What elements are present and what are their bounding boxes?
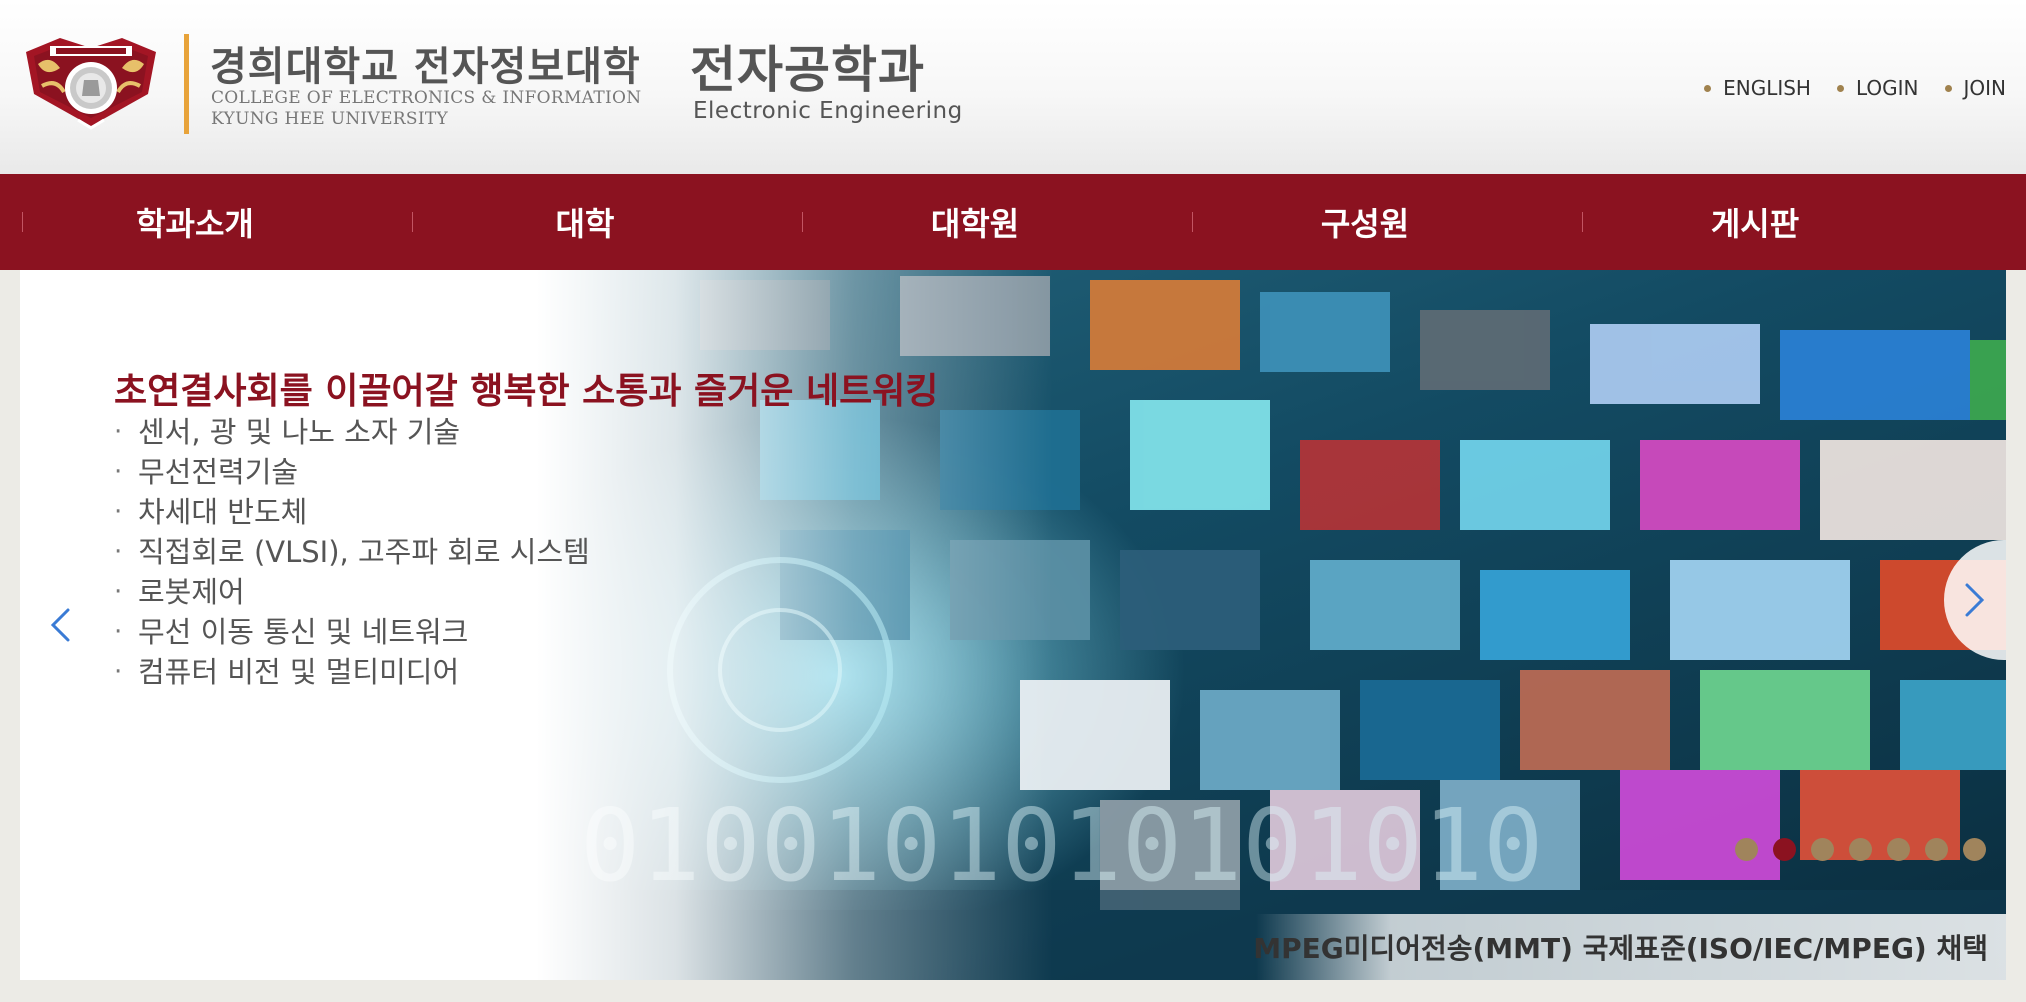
nav-divider — [412, 212, 413, 232]
utility-nav: ENGLISH LOGIN JOIN — [1704, 76, 2006, 100]
nav-divider — [1192, 212, 1193, 232]
slider-pagination — [1735, 838, 1986, 861]
util-link-login[interactable]: LOGIN — [1836, 76, 1919, 100]
util-link-label: LOGIN — [1855, 76, 1919, 100]
util-link-label: ENGLISH — [1723, 76, 1811, 100]
nav-divider — [22, 212, 23, 232]
nav-item-members[interactable]: 구성원 — [1170, 174, 1560, 270]
bullet-dot-icon — [1836, 84, 1844, 92]
nav-item-undergraduate[interactable]: 대학 — [390, 174, 780, 270]
nav-item-label: 대학 — [555, 205, 615, 243]
pagination-dot[interactable] — [1735, 838, 1758, 861]
pagination-dot[interactable] — [1811, 838, 1834, 861]
hero-title: 초연결사회를 이끌어갈 행복한 소통과 즐거운 네트워킹 — [114, 371, 939, 412]
nav-item-label: 게시판 — [1710, 205, 1800, 243]
list-item: 차세대 반도체 — [114, 492, 590, 532]
list-item: 로봇제어 — [114, 572, 590, 612]
list-item: 직접회로 (VLSI), 고주파 회로 시스템 — [114, 532, 590, 572]
pagination-dot[interactable] — [1849, 838, 1872, 861]
pagination-dot[interactable] — [1925, 838, 1948, 861]
bullet-dot-icon — [1704, 84, 1712, 92]
pagination-dot-active[interactable] — [1773, 838, 1796, 861]
nav-item-label: 구성원 — [1320, 205, 1410, 243]
nav-item-board[interactable]: 게시판 — [1560, 174, 1950, 270]
util-link-english[interactable]: ENGLISH — [1704, 76, 1811, 100]
slider-prev-button[interactable] — [30, 580, 90, 670]
department-name-english: Electronic Engineering — [693, 98, 963, 124]
pagination-dot[interactable] — [1963, 838, 1986, 861]
slide-caption-link[interactable]: MPEG미디어전송(MMT) 국제표준(ISO/IEC/MPEG) 채택 — [1253, 914, 2006, 980]
logo-divider-bar — [184, 34, 189, 134]
department-name-korean[interactable]: 전자공학과 — [690, 30, 925, 102]
college-name-korean[interactable]: 경희대학교 전자정보대학 — [210, 34, 641, 92]
util-link-join[interactable]: JOIN — [1944, 76, 2007, 100]
list-item: 센서, 광 및 나노 소자 기술 — [114, 412, 590, 452]
nav-item-graduate[interactable]: 대학원 — [780, 174, 1170, 270]
main-nav: 학과소개 대학 대학원 구성원 게시판 — [0, 174, 2026, 270]
bullet-dot-icon — [1944, 84, 1952, 92]
hero-slider: 0100101010101010 초연결사회를 이끌어갈 행복한 소통과 즐거운… — [20, 270, 2006, 980]
nav-item-label: 학과소개 — [136, 205, 254, 243]
chevron-right-icon — [1965, 583, 1985, 617]
list-item: 컴퓨터 비전 및 멀티미디어 — [114, 652, 590, 692]
util-link-label: JOIN — [1963, 76, 2007, 100]
hero-topic-list: 센서, 광 및 나노 소자 기술 무선전력기술 차세대 반도체 직접회로 (VL… — [114, 412, 590, 692]
college-name-english: COLLEGE OF ELECTRONICS & INFORMATION — [211, 88, 642, 108]
university-name-english: KYUNG HEE UNIVERSITY — [211, 109, 449, 129]
nav-item-label: 대학원 — [930, 205, 1020, 243]
university-emblem-icon[interactable] — [20, 34, 162, 132]
list-item: 무선 이동 통신 및 네트워크 — [114, 612, 590, 652]
chevron-left-icon — [50, 608, 70, 642]
nav-divider — [802, 212, 803, 232]
site-header: 경희대학교 전자정보대학 COLLEGE OF ELECTRONICS & IN… — [0, 0, 2026, 174]
nav-item-about[interactable]: 학과소개 — [0, 174, 390, 270]
list-item: 무선전력기술 — [114, 452, 590, 492]
pagination-dot[interactable] — [1887, 838, 1910, 861]
nav-divider — [1582, 212, 1583, 232]
